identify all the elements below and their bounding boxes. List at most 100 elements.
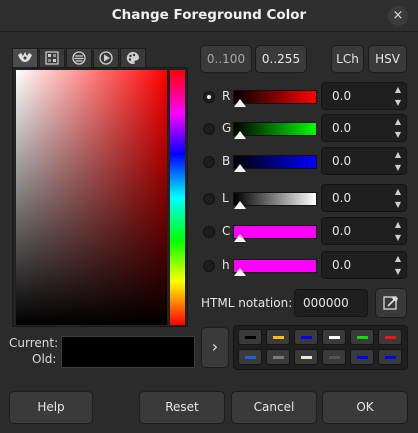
spin-up-icon[interactable]: ▲ bbox=[393, 149, 403, 161]
color-history bbox=[233, 325, 408, 370]
history-swatch[interactable] bbox=[238, 329, 262, 345]
history-color bbox=[385, 336, 396, 339]
tab-gimp-selector[interactable] bbox=[12, 48, 38, 68]
channel-row-h: h 0.0 ▲ ▼ bbox=[203, 251, 408, 281]
add-to-history-button[interactable]: › bbox=[201, 327, 229, 368]
history-swatch[interactable] bbox=[238, 349, 262, 365]
channel-radio-r[interactable] bbox=[203, 91, 215, 103]
history-color bbox=[329, 336, 340, 339]
channel-row-b: B 0.0 ▲ ▼ bbox=[203, 147, 408, 177]
channel-value: 0.0 bbox=[332, 258, 352, 272]
channel-label: G bbox=[222, 121, 232, 135]
history-color bbox=[245, 356, 256, 359]
history-swatch[interactable] bbox=[322, 349, 346, 365]
history-swatch[interactable] bbox=[378, 349, 402, 365]
current-color-swatch bbox=[61, 336, 195, 368]
old-label: Old: bbox=[32, 352, 57, 366]
reset-button[interactable]: Reset bbox=[139, 391, 225, 424]
spin-down-icon[interactable]: ▼ bbox=[393, 129, 403, 141]
channel-row-g: G 0.0 ▲ ▼ bbox=[203, 114, 408, 144]
lch-button[interactable]: LCh bbox=[331, 45, 364, 73]
history-color bbox=[273, 336, 284, 339]
channel-spinbox-b[interactable]: 0.0 ▲ ▼ bbox=[321, 147, 407, 175]
tab-triangle-selector[interactable] bbox=[93, 48, 119, 68]
spin-down-icon[interactable]: ▼ bbox=[393, 97, 403, 109]
hue-strip[interactable] bbox=[170, 70, 185, 325]
channel-label: h bbox=[222, 258, 230, 272]
close-button[interactable]: × bbox=[388, 6, 408, 26]
chevron-right-icon: › bbox=[211, 337, 219, 356]
spin-down-icon[interactable]: ▼ bbox=[393, 162, 403, 174]
channel-label: B bbox=[222, 154, 231, 168]
color-selector-tabs bbox=[12, 48, 147, 68]
spin-up-icon[interactable]: ▲ bbox=[393, 186, 403, 198]
history-color bbox=[301, 356, 312, 359]
slider-marker-icon[interactable] bbox=[234, 99, 246, 107]
slider-marker-icon[interactable] bbox=[234, 268, 246, 276]
help-button[interactable]: Help bbox=[9, 391, 93, 424]
channel-radio-h[interactable] bbox=[203, 260, 215, 272]
tab-palette-selector[interactable] bbox=[120, 48, 146, 68]
history-color bbox=[301, 336, 312, 339]
spin-up-icon[interactable]: ▲ bbox=[393, 116, 403, 128]
slider-marker-icon[interactable] bbox=[234, 164, 246, 172]
channel-radio-l[interactable] bbox=[203, 193, 215, 205]
saturation-value-square[interactable] bbox=[16, 70, 167, 325]
channel-label: R bbox=[222, 89, 231, 103]
history-color bbox=[385, 356, 396, 359]
html-notation-label: HTML notation: bbox=[201, 296, 293, 310]
channel-row-r: R 0.0 ▲ ▼ bbox=[203, 82, 408, 112]
tab-cmyk-selector[interactable] bbox=[39, 48, 65, 68]
channel-label: L bbox=[222, 191, 229, 205]
history-swatch[interactable] bbox=[350, 349, 374, 365]
history-swatch[interactable] bbox=[294, 329, 318, 345]
current-label: Current: bbox=[9, 336, 59, 350]
channel-value: 0.0 bbox=[332, 154, 352, 168]
channel-value: 0.0 bbox=[332, 191, 352, 205]
channel-spinbox-l[interactable]: 0.0 ▲ ▼ bbox=[321, 184, 407, 212]
hsv-button[interactable]: HSV bbox=[368, 45, 407, 73]
history-swatch[interactable] bbox=[322, 329, 346, 345]
color-picker-area bbox=[12, 67, 188, 327]
color-picker-button[interactable] bbox=[375, 288, 407, 318]
channel-radio-b[interactable] bbox=[203, 156, 215, 168]
spin-up-icon[interactable]: ▲ bbox=[393, 253, 403, 265]
channel-radio-c[interactable] bbox=[203, 226, 215, 238]
history-swatch[interactable] bbox=[266, 349, 290, 365]
channel-row-c: C 0.0 ▲ ▼ bbox=[203, 217, 408, 247]
channel-spinbox-c[interactable]: 0.0 ▲ ▼ bbox=[321, 217, 407, 245]
slider-marker-icon[interactable] bbox=[234, 201, 246, 209]
channel-value: 0.0 bbox=[332, 224, 352, 238]
html-notation-input[interactable]: 000000 bbox=[294, 289, 368, 317]
history-swatch[interactable] bbox=[378, 329, 402, 345]
range-0-255-button[interactable]: 0..255 bbox=[255, 45, 307, 73]
history-color bbox=[273, 356, 284, 359]
slider-marker-icon[interactable] bbox=[234, 131, 246, 139]
channel-value: 0.0 bbox=[332, 89, 352, 103]
cmyk-selector-icon bbox=[45, 51, 59, 65]
spin-up-icon[interactable]: ▲ bbox=[393, 84, 403, 96]
spin-down-icon[interactable]: ▼ bbox=[393, 266, 403, 278]
eyedropper-icon bbox=[383, 296, 399, 310]
range-0-100-button[interactable]: 0..100 bbox=[200, 45, 252, 73]
spin-up-icon[interactable]: ▲ bbox=[393, 219, 403, 231]
spin-down-icon[interactable]: ▼ bbox=[393, 232, 403, 244]
channel-spinbox-r[interactable]: 0.0 ▲ ▼ bbox=[321, 82, 407, 110]
cancel-button[interactable]: Cancel bbox=[231, 391, 317, 424]
tab-watercolor-selector[interactable] bbox=[66, 48, 92, 68]
history-swatch[interactable] bbox=[294, 349, 318, 365]
ok-button[interactable]: OK bbox=[322, 391, 408, 424]
history-swatch[interactable] bbox=[266, 329, 290, 345]
palette-selector-icon bbox=[126, 51, 139, 64]
slider-marker-icon[interactable] bbox=[234, 234, 246, 242]
history-color bbox=[357, 356, 368, 359]
channel-spinbox-g[interactable]: 0.0 ▲ ▼ bbox=[321, 114, 407, 142]
close-icon: × bbox=[392, 8, 404, 23]
history-swatch[interactable] bbox=[350, 329, 374, 345]
channel-row-l: L 0.0 ▲ ▼ bbox=[203, 184, 408, 214]
title-bar: Change Foreground Color × bbox=[0, 0, 418, 32]
spin-down-icon[interactable]: ▼ bbox=[393, 199, 403, 211]
channel-spinbox-h[interactable]: 0.0 ▲ ▼ bbox=[321, 251, 407, 279]
channel-value: 0.0 bbox=[332, 121, 352, 135]
channel-radio-g[interactable] bbox=[203, 123, 215, 135]
